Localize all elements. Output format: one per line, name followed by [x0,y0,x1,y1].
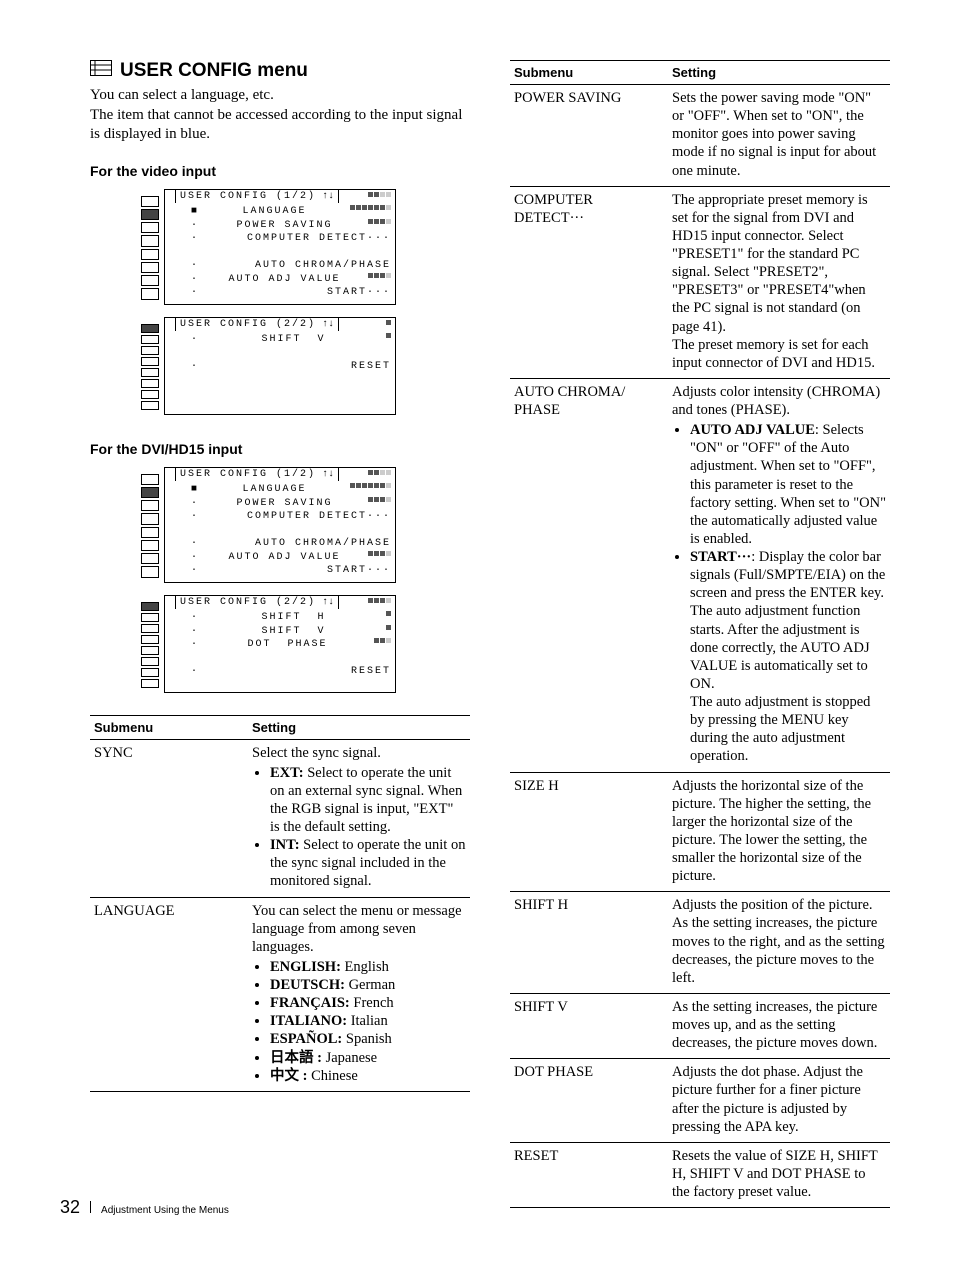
table-row: SYNC [90,739,248,897]
table-row: SHIFT H [510,892,668,994]
osd-video-2: USER CONFIG (2/2) SHIFT HSHIFT V RESET [164,317,396,415]
subheading-dvi: For the DVI/HD15 input [90,441,470,457]
osd-video-1: USER CONFIG (1/2) SYNCLANGUAGEPOWER SAVI… [164,189,396,305]
subheading-video: For the video input [90,163,470,179]
table-row: LANGUAGE [90,897,248,1091]
table-row: POWER SAVING [510,85,668,187]
table-row: DOT PHASE [510,1059,668,1143]
heading-text: USER CONFIG menu [120,60,308,82]
user-config-icon [90,60,112,82]
section-heading: USER CONFIG menu [90,60,470,82]
col-setting: Setting [248,715,470,739]
table-row: RESET [510,1142,668,1207]
left-settings-table: Submenu Setting SYNCSelect the sync sign… [90,715,470,1092]
osd-dvi-2: USER CONFIG (2/2) SIZE HSHIFT HSHIFT VDO… [164,595,396,693]
table-row: COMPUTER DETECT··· [510,186,668,378]
col-submenu: Submenu [510,61,668,85]
col-setting: Setting [668,61,890,85]
intro-text: You can select a language, etc. The item… [90,86,470,145]
col-submenu: Submenu [90,715,248,739]
footer-section: Adjustment Using the Menus [101,1205,229,1216]
table-row: AUTO CHROMA/ PHASE [510,378,668,772]
osd-dvi-1: USER CONFIG (1/2) SYNCLANGUAGEPOWER SAVI… [164,467,396,583]
table-row: SIZE H [510,772,668,892]
page-number: 32 [60,1197,80,1218]
table-row: SHIFT V [510,993,668,1058]
right-settings-table: Submenu Setting POWER SAVINGSets the pow… [510,60,890,1208]
page-footer: 32 Adjustment Using the Menus [60,1197,229,1218]
